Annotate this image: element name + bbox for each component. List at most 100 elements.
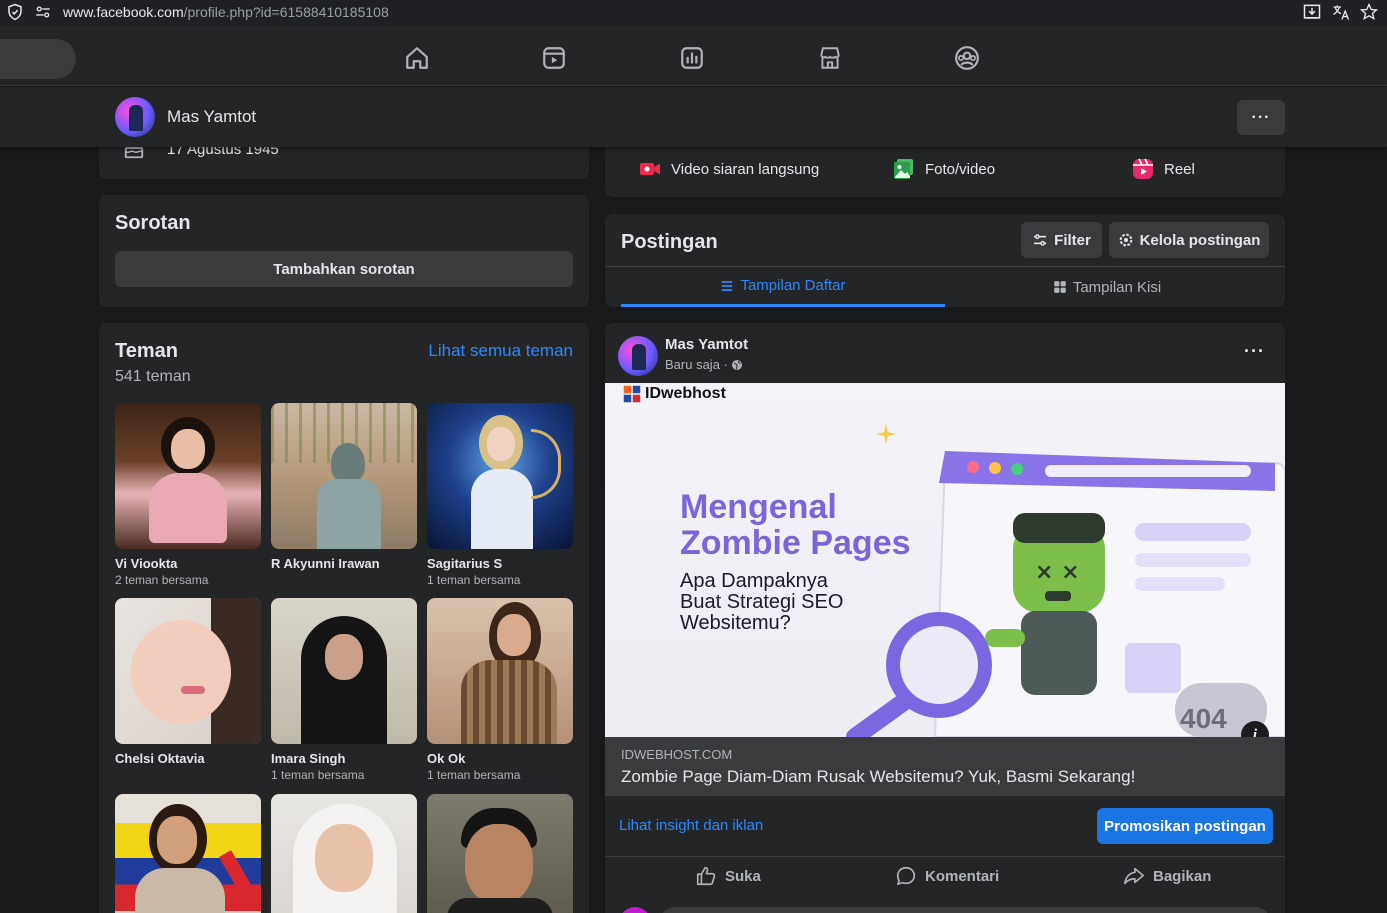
- commenter-avatar[interactable]: [619, 907, 651, 913]
- post-ad-image[interactable]: IDwebhost Mengenal Zombie Pages Apa Damp…: [605, 383, 1285, 737]
- share-label: Bagikan: [1153, 867, 1212, 885]
- reel-button[interactable]: Reel: [1131, 157, 1195, 181]
- post-author-name[interactable]: Mas Yamtot: [665, 336, 748, 353]
- friend-photo[interactable]: [115, 403, 261, 549]
- ad-sub-line1: Apa Dampaknya: [680, 570, 828, 592]
- comment-input[interactable]: [659, 907, 1271, 913]
- ad-404-text: 404: [1180, 703, 1227, 734]
- photo-video-label: Foto/video: [925, 160, 996, 178]
- reel-icon: [1133, 158, 1153, 179]
- ad-logo-text: IDwebhost: [645, 385, 726, 402]
- filter-button[interactable]: Filter: [1021, 222, 1102, 258]
- friend-photo[interactable]: [271, 598, 417, 744]
- promote-post-button[interactable]: Promosikan postingan: [1097, 808, 1273, 844]
- friend-photo[interactable]: [427, 794, 573, 913]
- friend-item[interactable]: R Akyunni Irawan: [271, 403, 417, 573]
- post-time[interactable]: Baru saja ·: [665, 357, 743, 372]
- friend-item[interactable]: Chelsi Oktavia: [115, 598, 261, 768]
- reel-label: Reel: [1164, 160, 1195, 178]
- ad-sub-line3: Websitemu?: [680, 612, 791, 634]
- manage-posts-label: Kelola postingan: [1139, 231, 1261, 249]
- friend-name[interactable]: Vi Viookta: [115, 556, 261, 571]
- home-icon[interactable]: [404, 45, 430, 71]
- link-domain: IDWEBHOST.COM: [621, 747, 733, 762]
- comment-icon: [896, 866, 916, 886]
- translate-icon[interactable]: [1331, 2, 1351, 22]
- friend-item[interactable]: Ok Ok 1 teman bersama: [427, 598, 573, 782]
- posts-header-card: Postingan Filter Kelola postingan Tampil…: [605, 214, 1285, 307]
- friend-name[interactable]: Chelsi Oktavia: [115, 751, 261, 766]
- url-host: www.facebook.com: [63, 4, 184, 20]
- browser-address-bar: www.facebook.com/profile.php?id=61588410…: [0, 0, 1387, 26]
- add-highlight-button[interactable]: Tambahkan sorotan: [115, 251, 573, 287]
- bookmark-star-icon[interactable]: [1359, 2, 1379, 22]
- post-divider: [605, 795, 1285, 796]
- friends-count: 541 teman: [115, 368, 191, 385]
- profile-name[interactable]: Mas Yamtot: [167, 107, 256, 127]
- friend-photo[interactable]: [271, 794, 417, 913]
- tab-list-view[interactable]: Tampilan Daftar: [621, 267, 945, 307]
- svg-text:× ×: × ×: [1035, 560, 1080, 585]
- profile-avatar[interactable]: [115, 97, 155, 137]
- site-settings-icon[interactable]: [34, 3, 52, 21]
- friend-item[interactable]: [115, 794, 261, 913]
- friend-item[interactable]: [271, 794, 417, 913]
- sticky-profile-header: Mas Yamtot ···: [0, 87, 1387, 147]
- friend-name[interactable]: Imara Singh: [271, 751, 417, 766]
- friend-item[interactable]: Sagitarius S 1 teman bersama: [427, 403, 573, 587]
- insights-link[interactable]: Lihat insight dan iklan: [619, 817, 763, 834]
- friend-photo[interactable]: [427, 598, 573, 744]
- groups-icon[interactable]: [954, 45, 980, 71]
- shield-icon[interactable]: [6, 3, 24, 21]
- filter-label: Filter: [1054, 231, 1091, 249]
- friend-name[interactable]: Sagitarius S: [427, 556, 573, 571]
- search-input[interactable]: [0, 39, 76, 79]
- friend-item[interactable]: Imara Singh 1 teman bersama: [271, 598, 417, 782]
- friend-mutual: 1 teman bersama: [427, 768, 521, 782]
- highlights-title: Sorotan: [115, 212, 191, 234]
- post-author-avatar[interactable]: [618, 336, 658, 376]
- marketplace-icon[interactable]: [817, 45, 843, 71]
- tab-grid-view[interactable]: Tampilan Kisi: [945, 267, 1269, 307]
- friend-photo[interactable]: [115, 794, 261, 913]
- post-divider: [605, 856, 1285, 857]
- link-headline: Zombie Page Diam-Diam Rusak Websitemu? Y…: [621, 767, 1136, 786]
- globe-icon: [731, 359, 742, 370]
- link-preview[interactable]: IDWEBHOST.COM Zombie Page Diam-Diam Rusa…: [605, 737, 1285, 795]
- grid-icon: [1053, 281, 1066, 293]
- tab-list-label: Tampilan Daftar: [740, 277, 846, 294]
- friend-item[interactable]: [427, 794, 573, 913]
- manage-posts-button[interactable]: Kelola postingan: [1109, 222, 1269, 258]
- friend-photo[interactable]: [271, 403, 417, 549]
- posts-title: Postingan: [621, 231, 718, 253]
- list-icon: [722, 280, 733, 291]
- see-all-friends-link[interactable]: Lihat semua teman: [428, 341, 573, 361]
- friend-photo[interactable]: [427, 403, 573, 549]
- profile-more-button[interactable]: ···: [1237, 100, 1285, 135]
- comment-label: Komentari: [925, 867, 1000, 885]
- live-video-icon: [640, 163, 660, 175]
- friend-photo[interactable]: [115, 598, 261, 744]
- friend-mutual: 2 teman bersama: [115, 573, 209, 587]
- friend-name[interactable]: R Akyunni Irawan: [271, 556, 417, 571]
- top-navigation: [0, 26, 1387, 86]
- ad-sub-line2: Buat Strategi SEO: [680, 591, 844, 613]
- live-video-label: Video siaran langsung: [671, 160, 820, 178]
- friend-name[interactable]: Ok Ok: [427, 751, 573, 766]
- photo-video-button[interactable]: Foto/video: [892, 157, 995, 181]
- friend-item[interactable]: Vi Viookta 2 teman bersama: [115, 403, 261, 587]
- install-app-icon[interactable]: [1302, 2, 1322, 22]
- highlights-card: Sorotan Tambahkan sorotan: [99, 195, 589, 307]
- sparkle-icon: [875, 423, 897, 445]
- live-video-button[interactable]: Video siaran langsung: [638, 157, 819, 181]
- url-field[interactable]: www.facebook.com/profile.php?id=61588410…: [63, 4, 389, 20]
- share-button[interactable]: Bagikan: [1123, 865, 1211, 887]
- comment-button[interactable]: Komentari: [895, 865, 999, 887]
- post-card: Mas Yamtot Baru saja · ··· IDwebhost Men…: [605, 323, 1285, 913]
- video-icon[interactable]: [541, 45, 567, 71]
- feeds-icon[interactable]: [679, 45, 705, 71]
- post-more-button[interactable]: ···: [1244, 341, 1265, 362]
- like-button[interactable]: Suka: [695, 865, 761, 887]
- gear-icon: [1119, 233, 1132, 247]
- friends-title: Teman: [115, 340, 178, 362]
